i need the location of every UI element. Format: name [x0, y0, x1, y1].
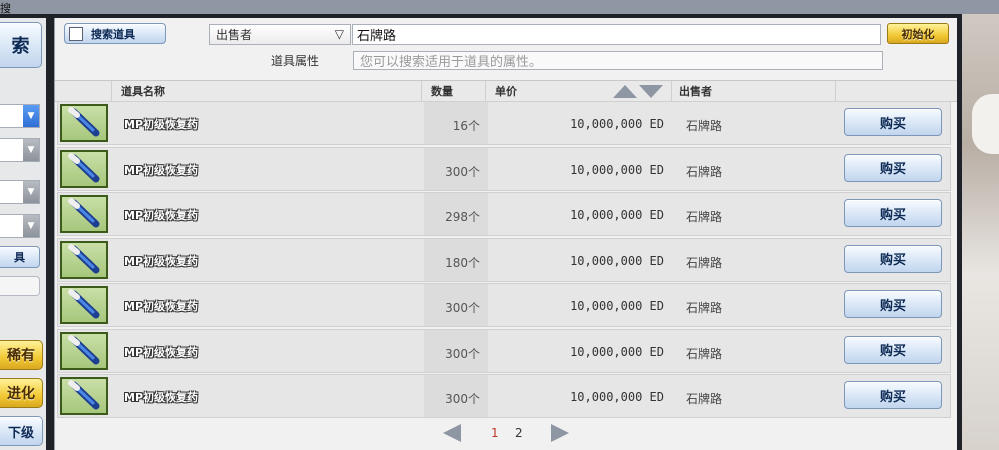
item-name: MP初级恢复药	[124, 209, 199, 222]
item-price: 10,000,000 ED	[570, 253, 664, 268]
chevron-down-icon[interactable]: ▼	[23, 105, 39, 127]
chevron-down-icon[interactable]: ▼	[23, 215, 39, 237]
sort-arrows-icon[interactable]	[613, 84, 663, 98]
item-price: 10,000,000 ED	[570, 117, 664, 131]
item-attribute-label: 道具属性	[270, 54, 319, 68]
item-seller: 石牌路	[686, 346, 723, 361]
chevron-down-icon[interactable]: ▼	[23, 139, 39, 161]
header-seller: 出售者	[679, 85, 712, 98]
rare-filter-button[interactable]: 稀有	[0, 340, 43, 370]
buy-button[interactable]: 购买	[844, 108, 942, 136]
evolve-filter-button[interactable]: 进化	[0, 378, 43, 408]
potion-icon[interactable]	[60, 286, 108, 324]
column-divider	[485, 81, 486, 101]
item-price: 10,000,000 ED	[570, 390, 664, 404]
filter-panel: 索 ▼ ▼ ▼ ▼ 具 稀有 进化 下级	[0, 18, 46, 450]
item-seller: 石牌路	[686, 164, 723, 179]
potion-icon[interactable]	[60, 331, 108, 370]
item-price: 10,000,000 ED	[570, 299, 664, 313]
table-header: 道具名称 数量 单价 出售者	[55, 80, 957, 102]
buy-button[interactable]: 购买	[844, 290, 942, 318]
level-dropdown[interactable]: ▼	[0, 214, 40, 238]
item-price: 10,000,000 ED	[570, 162, 664, 177]
reset-button[interactable]: 初始化	[887, 23, 949, 44]
pagination: 1 2	[443, 424, 573, 444]
item-quantity: 300个	[445, 392, 480, 406]
item-quantity: 180个	[445, 255, 480, 270]
search-item-checkbox[interactable]: 搜索道具	[64, 23, 166, 44]
search-item-label: 搜索道具	[91, 27, 135, 41]
table-row: MP初级恢复药 16个 10,000,000 ED 石牌路 购买	[57, 101, 951, 145]
market-list-panel: 搜索道具 出售者 ▽ 石牌路 初始化 道具属性 您可以搜索适用于道具的属性。 道…	[54, 18, 957, 450]
grade-dropdown[interactable]: ▼	[0, 180, 40, 204]
lower-grade-button[interactable]: 下级	[0, 416, 43, 446]
item-price: 10,000,000 ED	[570, 344, 664, 359]
item-quantity: 300个	[445, 346, 480, 361]
buy-button[interactable]: 购买	[844, 199, 942, 227]
column-divider	[835, 81, 836, 101]
item-quantity: 300个	[445, 164, 480, 179]
item-seller: 石牌路	[686, 255, 723, 270]
filter-input[interactable]	[0, 276, 40, 296]
item-attribute-input[interactable]: 您可以搜索适用于道具的属性。	[353, 51, 883, 70]
item-name: MP初级恢复药	[124, 254, 199, 268]
header-price: 单价	[495, 85, 517, 98]
search-type-value: 出售者	[216, 28, 253, 42]
potion-icon[interactable]	[60, 149, 108, 188]
item-name: MP初级恢复药	[124, 118, 199, 131]
prev-page-icon[interactable]	[443, 424, 461, 442]
item-name: MP初级恢复药	[124, 345, 199, 359]
table-row: MP初级恢复药 298个 10,000,000 ED 石牌路 购买	[57, 192, 951, 236]
filter-toggle-button[interactable]: 具	[0, 246, 40, 268]
search-button[interactable]: 索	[0, 22, 42, 68]
column-divider	[671, 81, 672, 101]
item-seller: 石牌路	[686, 210, 723, 224]
item-name: MP初级恢复药	[124, 391, 199, 404]
triangle-down-icon[interactable]: ▽	[335, 27, 344, 41]
item-price: 10,000,000 ED	[570, 208, 664, 222]
column-divider	[111, 81, 112, 101]
buy-button[interactable]: 购买	[844, 153, 942, 182]
potion-icon[interactable]	[60, 377, 108, 415]
buy-button[interactable]: 购买	[844, 244, 942, 273]
buy-button[interactable]: 购买	[844, 381, 942, 409]
table-row: MP初级恢复药 180个 10,000,000 ED 石牌路 购买	[57, 237, 951, 282]
buy-button[interactable]: 购买	[844, 335, 942, 364]
item-name: MP初级恢复药	[124, 300, 199, 313]
chevron-down-icon[interactable]: ▼	[23, 181, 39, 203]
header-item-name: 道具名称	[121, 85, 165, 98]
seller-search-input[interactable]: 石牌路	[352, 24, 881, 45]
potion-icon[interactable]	[60, 104, 108, 142]
page-2[interactable]: 2	[515, 426, 523, 440]
potion-icon[interactable]	[60, 240, 108, 279]
header-quantity: 数量	[431, 85, 453, 98]
checkbox-icon[interactable]	[69, 26, 83, 41]
table-row: MP初级恢复药 300个 10,000,000 ED 石牌路 购买	[57, 283, 951, 327]
item-seller: 石牌路	[686, 119, 723, 133]
next-page-icon[interactable]	[551, 424, 569, 442]
item-seller: 石牌路	[686, 301, 723, 315]
page-1[interactable]: 1	[491, 426, 499, 440]
subcategory-dropdown[interactable]: ▼	[0, 138, 40, 162]
window-title-bar: 搜	[0, 0, 999, 15]
table-row: MP初级恢复药 300个 10,000,000 ED 石牌路 购买	[57, 146, 951, 191]
item-quantity: 16个	[452, 119, 480, 133]
category-dropdown[interactable]: ▼	[0, 104, 40, 128]
potion-icon[interactable]	[60, 195, 108, 233]
search-type-select[interactable]: 出售者 ▽	[209, 24, 351, 45]
column-divider	[421, 81, 422, 101]
item-quantity: 300个	[445, 301, 480, 315]
item-seller: 石牌路	[686, 392, 723, 406]
table-row: MP初级恢复药 300个 10,000,000 ED 石牌路 购买	[57, 374, 951, 418]
item-name: MP初级恢复药	[124, 163, 199, 177]
item-quantity: 298个	[445, 210, 480, 224]
table-row: MP初级恢复药 300个 10,000,000 ED 石牌路 购买	[57, 328, 951, 373]
background-scene	[962, 14, 999, 450]
